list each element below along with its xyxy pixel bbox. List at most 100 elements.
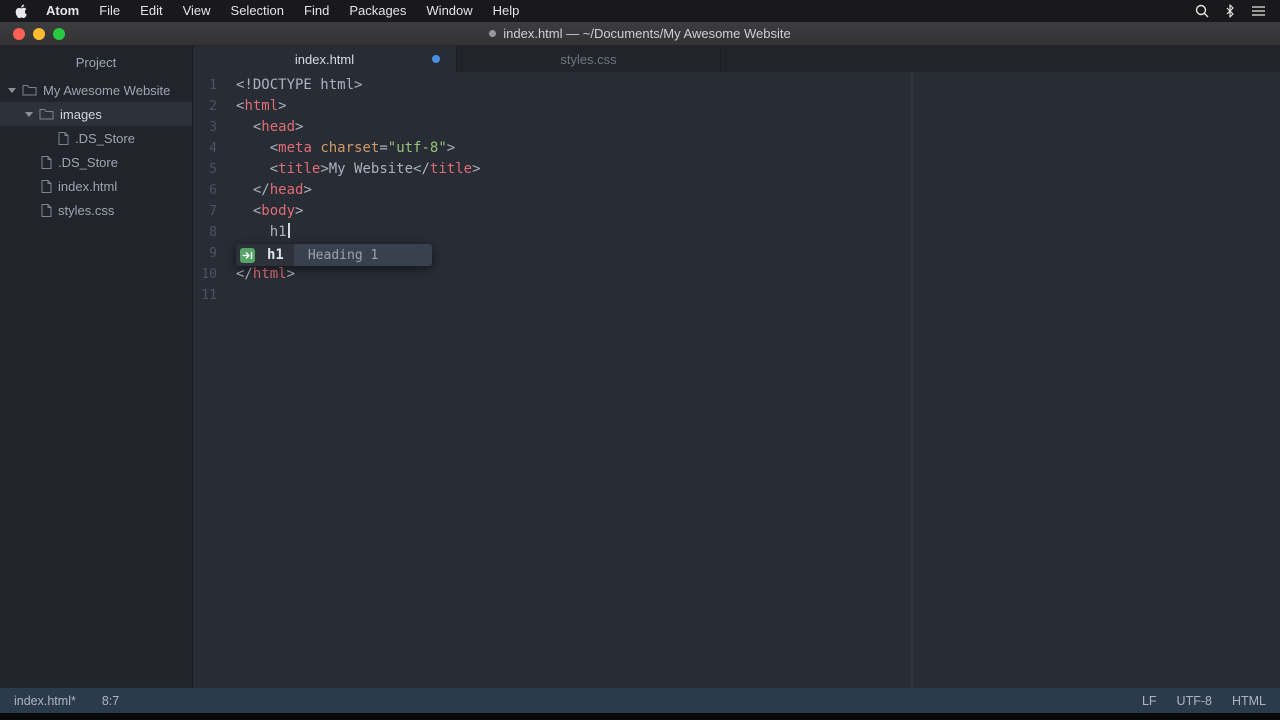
menu-item-help[interactable]: Help — [483, 0, 530, 22]
menu-item-window[interactable]: Window — [416, 0, 482, 22]
line-number: 7 — [193, 201, 217, 222]
autocomplete-suggestion[interactable]: h1 — [267, 245, 294, 266]
code-token: < — [236, 203, 261, 219]
line-number: 2 — [193, 96, 217, 117]
code-token — [236, 224, 270, 240]
file-icon — [41, 180, 52, 193]
tree-item-label: index.html — [58, 179, 117, 194]
tree-item--ds-store[interactable]: .DS_Store — [0, 126, 192, 150]
text-editor[interactable]: 1<!DOCTYPE html>2<html>3 <head>4 <meta c… — [193, 72, 1280, 688]
disclosure-triangle-icon[interactable] — [25, 112, 33, 117]
code-text: </head> — [217, 180, 312, 201]
window-title-bar: index.html — ~/Documents/My Awesome Webs… — [0, 22, 1280, 46]
code-token: meta — [278, 140, 312, 156]
code-line: 1 <!DOCTYPE html> — [193, 75, 1280, 96]
menu-item-find[interactable]: Find — [294, 0, 339, 22]
menu-item-atom[interactable]: Atom — [36, 0, 89, 22]
code-line: 2<html> — [193, 96, 1280, 117]
minimize-window-button[interactable] — [33, 28, 45, 40]
window-title: index.html — ~/Documents/My Awesome Webs… — [503, 26, 790, 41]
line-number: 8 — [193, 222, 217, 243]
code-token: html — [244, 98, 278, 114]
tree-item-my-awesome-website[interactable]: My Awesome Website — [0, 78, 192, 102]
close-window-button[interactable] — [13, 28, 25, 40]
code-token: head — [270, 182, 304, 198]
code-token: charset — [320, 140, 379, 156]
tab-bar: index.htmlstyles.css — [193, 46, 1280, 72]
code-text: <body> — [217, 201, 303, 222]
folder-icon — [39, 108, 54, 120]
menu-item-packages[interactable]: Packages — [339, 0, 416, 22]
status-bar-right: LF UTF-8 HTML — [1142, 694, 1266, 708]
status-grammar[interactable]: HTML — [1232, 694, 1266, 708]
status-line-ending[interactable]: LF — [1142, 694, 1157, 708]
status-file-name[interactable]: index.html* — [14, 694, 76, 708]
disclosure-triangle-icon[interactable] — [8, 88, 16, 93]
code-text: </html> — [217, 264, 295, 285]
code-token: > — [295, 203, 303, 219]
code-token: title — [430, 161, 472, 177]
code-token: > — [303, 182, 311, 198]
line-number: 5 — [193, 159, 217, 180]
tree-item-index-html[interactable]: index.html — [0, 174, 192, 198]
tree-item-label: styles.css — [58, 203, 114, 218]
code-line: 7 <body> — [193, 201, 1280, 222]
notification-center-icon[interactable] — [1251, 5, 1266, 17]
status-cursor-position[interactable]: 8:7 — [102, 694, 119, 708]
tree-item--ds-store[interactable]: .DS_Store — [0, 150, 192, 174]
code-text: <!DOCTYPE html> — [217, 75, 362, 96]
menu-bar: Atom FileEditViewSelectionFindPackagesWi… — [0, 0, 1280, 22]
desktop: { "colors": { "accent_blue": "#4a8fe2", … — [0, 0, 1280, 720]
autocomplete-description[interactable]: Heading 1 — [294, 244, 432, 266]
tree-item-label: images — [60, 107, 102, 122]
line-number: 6 — [193, 180, 217, 201]
traffic-lights — [13, 28, 65, 40]
line-number: 1 — [193, 75, 217, 96]
code-text: <title>My Website</title> — [217, 159, 481, 180]
code-text — [217, 243, 236, 264]
apple-icon — [15, 4, 28, 19]
code-token: > — [287, 266, 295, 282]
code-token: > — [278, 98, 286, 114]
code-text — [217, 285, 236, 306]
menu-item-edit[interactable]: Edit — [130, 0, 172, 22]
code-token: </ — [236, 182, 270, 198]
code-token: body — [261, 203, 295, 219]
line-number: 9 — [193, 243, 217, 264]
text-cursor — [288, 223, 290, 238]
status-encoding[interactable]: UTF-8 — [1177, 694, 1212, 708]
search-icon[interactable] — [1195, 4, 1209, 18]
code-line: 3 <head> — [193, 117, 1280, 138]
bluetooth-icon[interactable] — [1225, 4, 1235, 18]
menu-item-view[interactable]: View — [173, 0, 221, 22]
tab-styles-css[interactable]: styles.css — [457, 46, 721, 72]
tab-index-html[interactable]: index.html — [193, 46, 457, 72]
line-number: 3 — [193, 117, 217, 138]
line-number: 10 — [193, 264, 217, 285]
menu-item-file[interactable]: File — [89, 0, 130, 22]
code-token: head — [261, 119, 295, 135]
code-token: = — [379, 140, 387, 156]
tree-item-images[interactable]: images — [0, 102, 192, 126]
tree-item-label: My Awesome Website — [43, 83, 170, 98]
code-token: "utf-8" — [388, 140, 447, 156]
code-token: h1 — [270, 224, 287, 240]
status-bar: index.html* 8:7 LF UTF-8 HTML — [0, 688, 1280, 713]
wrap-guide — [911, 72, 913, 688]
code-token: html — [253, 266, 287, 282]
zoom-window-button[interactable] — [53, 28, 65, 40]
tree-item-label: .DS_Store — [75, 131, 135, 146]
menu-item-selection[interactable]: Selection — [221, 0, 294, 22]
code-line: 11 — [193, 285, 1280, 306]
code-token: </ — [236, 266, 253, 282]
code-token: </ — [413, 161, 430, 177]
line-number: 4 — [193, 138, 217, 159]
tree-item-styles-css[interactable]: styles.css — [0, 198, 192, 222]
apple-menu[interactable] — [0, 4, 36, 19]
code-token: <!DOCTYPE html> — [236, 77, 362, 93]
code-line: 4 <meta charset="utf-8"> — [193, 138, 1280, 159]
code-token: < — [236, 140, 278, 156]
code-token: > — [472, 161, 480, 177]
editor-area: index.htmlstyles.css 1<!DOCTYPE html>2<h… — [193, 46, 1280, 688]
code-text: <meta charset="utf-8"> — [217, 138, 455, 159]
